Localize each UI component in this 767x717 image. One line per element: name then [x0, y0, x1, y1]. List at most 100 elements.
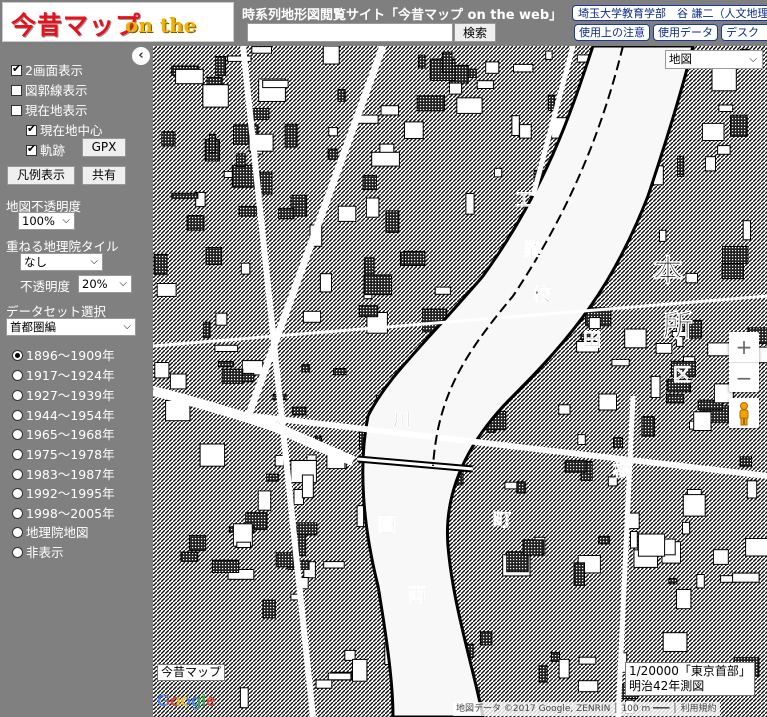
sidebar: ‹ 2画面表示 図郭線表示 現在地表示 現在地中心 軌跡 GPX 凡例表示 共有… [0, 46, 152, 717]
pegman-icon[interactable] [729, 398, 759, 428]
map-block [214, 344, 239, 352]
radio-icon[interactable] [12, 488, 23, 499]
map-block [274, 454, 285, 467]
map-block [292, 406, 307, 416]
desktop-link[interactable]: デスク [721, 24, 767, 41]
period-radio[interactable]: 1944～1954年 [12, 405, 115, 424]
map-block [221, 368, 244, 384]
period-radio[interactable]: 非表示 [12, 542, 64, 561]
map-block [278, 207, 295, 220]
map-attribution[interactable]: 地図データ ©2017 Google, ZENRIN │ 100 m ━━━ │… [453, 702, 720, 716]
checkbox-dual-view[interactable]: 2画面表示 [11, 60, 83, 79]
chevron-left-icon[interactable]: ‹ [132, 47, 150, 65]
map-block [742, 220, 752, 241]
map-block [217, 361, 235, 368]
site-title: 時系列地形図閲覧サイト「今昔マップ on the web」 [242, 8, 563, 23]
chevron-down-icon: ⌵ [90, 256, 98, 267]
search-input[interactable] [247, 23, 453, 42]
map-block [358, 305, 379, 318]
map-block [301, 474, 314, 499]
map-block [441, 51, 453, 73]
radio-icon[interactable] [12, 508, 23, 519]
map-block [558, 404, 571, 415]
radio-icon[interactable] [12, 527, 23, 538]
period-radio[interactable]: 1983～1987年 [12, 464, 115, 483]
map-label: 工 [515, 190, 533, 211]
map-block [721, 263, 744, 280]
zoom-out-button[interactable]: − [729, 363, 759, 393]
map-scale-info: 1/20000「東京首部」 明治42年測図 [625, 662, 755, 696]
period-radio[interactable]: 1927～1939年 [12, 385, 115, 404]
checkbox-icon[interactable] [11, 85, 22, 96]
map-block [238, 205, 257, 217]
period-radio[interactable]: 地理院地図 [12, 522, 89, 541]
share-button[interactable]: 共有 [82, 166, 126, 185]
period-label: 地理院地図 [26, 525, 89, 540]
radio-icon[interactable] [12, 547, 23, 558]
map-block [693, 411, 712, 431]
map-block [630, 531, 638, 549]
checkbox-track[interactable]: 軌跡 [26, 140, 65, 159]
period-label: 非表示 [26, 545, 64, 560]
overlay-opacity-select[interactable]: 20% ⌵ [78, 275, 132, 293]
map-block [231, 164, 257, 188]
checkbox-icon[interactable] [26, 142, 37, 156]
period-radio[interactable]: 1917～1924年 [12, 365, 115, 384]
map-block [588, 317, 601, 330]
map-block [732, 572, 760, 583]
checkbox-grid-lines[interactable]: 図郭線表示 [11, 80, 88, 99]
checkbox-icon[interactable] [11, 105, 22, 116]
period-radio[interactable]: 1992～1995年 [12, 483, 115, 502]
usage-notes-link[interactable]: 使用上の注意 [574, 24, 650, 41]
period-radio[interactable]: 1998～2005年 [12, 503, 115, 522]
map-block [577, 434, 586, 446]
map-block [676, 589, 692, 610]
checkbox-icon[interactable] [26, 122, 37, 136]
map-block [262, 79, 289, 89]
search-button[interactable]: 検索 [454, 23, 496, 42]
map-block [516, 481, 526, 494]
overlay-select[interactable]: なし ⌵ [20, 253, 103, 271]
map-block [236, 541, 252, 549]
period-radio[interactable]: 1965～1968年 [12, 424, 115, 443]
radio-icon[interactable] [12, 449, 23, 460]
map-scale-line: 1/20000「東京首部」 [629, 664, 751, 678]
dataset-select[interactable]: 首都圏編 ⌵ [6, 318, 136, 336]
radio-icon[interactable] [12, 410, 23, 421]
site-logo[interactable]: 今昔マップ on the web [2, 2, 234, 42]
radio-icon[interactable] [12, 350, 23, 361]
period-label: 1965～1968年 [26, 427, 115, 442]
checkbox-center-location[interactable]: 現在地中心 [26, 120, 103, 139]
map-block [199, 443, 226, 467]
period-radio[interactable]: 1975～1978年 [12, 444, 115, 463]
overlay-opacity-label: 不透明度 [20, 279, 71, 294]
map-label: 橋 [613, 459, 632, 481]
map-block [511, 115, 520, 136]
map-block [251, 46, 273, 54]
map-label: 所 [663, 309, 693, 344]
map-type-select[interactable]: 地図 ⌵ [665, 50, 763, 69]
map-block [704, 156, 717, 172]
historical-map[interactable]: 工業校 本所区町 田両 國 川橋 [153, 46, 767, 717]
overlay-value: なし [24, 255, 47, 269]
radio-icon[interactable] [12, 370, 23, 381]
radio-icon[interactable] [12, 429, 23, 440]
period-label: 1983～1987年 [26, 467, 115, 482]
zoom-in-button[interactable]: + [729, 332, 759, 363]
zoom-control: + − [729, 332, 759, 392]
checkbox-current-location[interactable]: 現在地表示 [11, 100, 88, 119]
period-radio[interactable]: 1896～1909年 [12, 345, 115, 364]
opacity-select[interactable]: 100% ⌵ [18, 212, 75, 230]
radio-icon[interactable] [12, 469, 23, 480]
gpx-button[interactable]: GPX [82, 138, 126, 157]
affiliation-link[interactable]: 埼玉大学教育学部 谷 謙二（人文地理 [572, 5, 767, 21]
google-logo-text: Google [157, 691, 216, 710]
map-block [203, 321, 211, 339]
radio-icon[interactable] [12, 390, 23, 401]
legend-button[interactable]: 凡例表示 [7, 166, 75, 185]
data-sources-link[interactable]: 使用データ [653, 24, 718, 41]
map-block [239, 687, 249, 709]
checkbox-icon[interactable] [11, 62, 22, 76]
checkbox-label: 2画面表示 [25, 63, 83, 78]
map-view[interactable]: 工業校 本所区町 田両 國 川橋 地図 ⌵ + − 今昔マップ Google 1/2000… [153, 46, 767, 717]
